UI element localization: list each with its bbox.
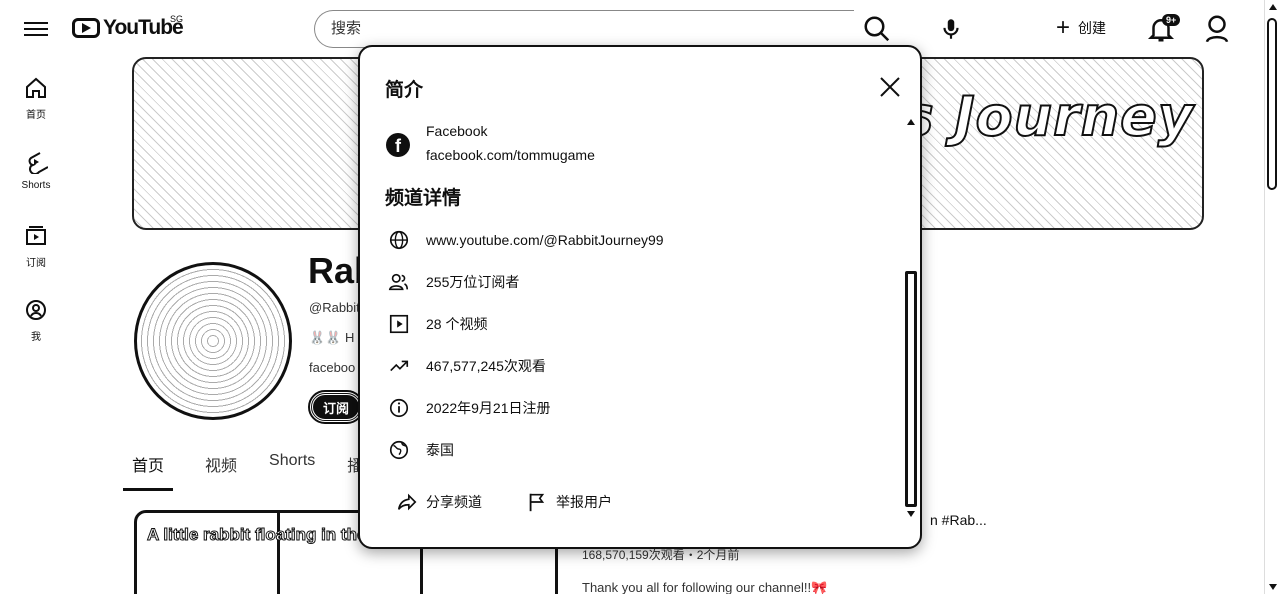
channel-link[interactable]: faceboo bbox=[309, 360, 355, 375]
dialog-title: 简介 bbox=[385, 80, 424, 101]
thumbnail-caption: A little rabbit floating in the bbox=[146, 525, 367, 545]
account-avatar[interactable] bbox=[1202, 12, 1232, 44]
banner-title: 's Journey bbox=[883, 84, 1194, 149]
video-icon bbox=[389, 314, 409, 334]
report-label: 举报用户 bbox=[556, 494, 612, 510]
detail-text: 467,577,245次观看 bbox=[426, 358, 546, 374]
youtube-logo[interactable]: YouTube SG bbox=[72, 14, 184, 40]
search-icon[interactable] bbox=[862, 14, 892, 44]
nav-item-label: 订阅 bbox=[26, 258, 46, 269]
link-label: Facebook bbox=[426, 123, 488, 139]
shorts-icon bbox=[28, 152, 48, 174]
dialog-scrollbar-thumb[interactable] bbox=[905, 271, 917, 507]
about-dialog: 简介 f Facebook facebook.com/tommugame 频道详… bbox=[358, 45, 922, 549]
facebook-link[interactable]: f Facebook facebook.com/tommugame bbox=[386, 123, 595, 163]
nav-item-label: 我 bbox=[31, 332, 41, 343]
detail-joined: 2022年9月21日注册 bbox=[388, 397, 551, 419]
plus-icon: + bbox=[1056, 14, 1071, 41]
scroll-up-arrow-icon[interactable] bbox=[907, 119, 915, 125]
video-title[interactable]: n #Rab... bbox=[930, 512, 987, 528]
facebook-icon: f bbox=[386, 133, 410, 157]
scrollbar-thumb[interactable] bbox=[1267, 18, 1277, 190]
video-description: Thank you all for following our channel!… bbox=[582, 580, 828, 594]
nav-item-label: 首页 bbox=[26, 110, 46, 121]
link-url[interactable]: facebook.com/tommugame bbox=[426, 147, 595, 163]
report-user-button[interactable]: 举报用户 bbox=[526, 491, 612, 513]
home-icon bbox=[26, 77, 46, 98]
dialog-scrollbar[interactable] bbox=[905, 119, 917, 519]
tab-home[interactable]: 首页 bbox=[123, 446, 174, 491]
detail-subscribers: 255万位订阅者 bbox=[388, 271, 519, 293]
close-icon[interactable] bbox=[878, 75, 902, 99]
detail-text[interactable]: www.youtube.com/@RabbitJourney99 bbox=[426, 232, 664, 248]
detail-text: 泰国 bbox=[426, 442, 454, 458]
subscribers-icon bbox=[388, 273, 409, 291]
location-icon bbox=[389, 440, 409, 460]
subscribe-button[interactable]: 订阅 bbox=[308, 390, 364, 424]
detail-text: 255万位订阅者 bbox=[426, 274, 520, 290]
share-label: 分享频道 bbox=[426, 494, 482, 510]
notification-badge: 9+ bbox=[1162, 14, 1181, 26]
detail-location: 泰国 bbox=[388, 439, 454, 461]
subscriptions-icon bbox=[26, 226, 46, 245]
share-icon bbox=[397, 493, 417, 511]
left-nav: 首页 Shorts 订阅 我 bbox=[0, 60, 72, 356]
create-label: 创建 bbox=[1078, 20, 1107, 36]
nav-item-home[interactable]: 首页 bbox=[0, 60, 72, 134]
you-icon bbox=[26, 300, 46, 320]
create-button[interactable]: + 创建 bbox=[1056, 16, 1106, 40]
trending-icon bbox=[390, 360, 409, 372]
flag-icon bbox=[529, 493, 545, 512]
menu-icon[interactable] bbox=[24, 18, 48, 40]
detail-views: 467,577,245次观看 bbox=[388, 355, 546, 377]
nav-item-shorts[interactable]: Shorts bbox=[0, 134, 72, 208]
youtube-play-icon bbox=[72, 18, 100, 38]
share-channel-button[interactable]: 分享频道 bbox=[396, 491, 482, 513]
search-input[interactable]: 搜索 bbox=[314, 10, 854, 48]
channel-tabs: 首页 视频 Shorts 播 bbox=[123, 446, 395, 491]
channel-avatar[interactable] bbox=[134, 262, 292, 420]
page-scrollbar[interactable] bbox=[1264, 0, 1280, 594]
region-code: SG bbox=[170, 14, 184, 24]
nav-item-label: Shorts bbox=[21, 180, 51, 191]
detail-text: 2022年9月21日注册 bbox=[426, 400, 551, 416]
detail-videos: 28 个视频 bbox=[388, 313, 487, 335]
info-icon bbox=[389, 398, 409, 418]
channel-handle: @Rabbit bbox=[309, 300, 360, 315]
dialog-actions: 分享频道 举报用户 bbox=[396, 491, 656, 513]
detail-text: 28 个视频 bbox=[426, 316, 488, 332]
globe-icon bbox=[389, 230, 409, 250]
nav-item-subscriptions[interactable]: 订阅 bbox=[0, 208, 72, 282]
scroll-down-arrow-icon[interactable] bbox=[1269, 584, 1277, 590]
detail-channel-url: www.youtube.com/@RabbitJourney99 bbox=[388, 229, 664, 251]
scroll-down-arrow-icon[interactable] bbox=[907, 511, 915, 517]
details-title: 频道详情 bbox=[385, 188, 462, 209]
tab-videos[interactable]: 视频 bbox=[205, 446, 237, 491]
scroll-up-arrow-icon[interactable] bbox=[1269, 4, 1277, 10]
tab-shorts[interactable]: Shorts bbox=[269, 446, 315, 491]
channel-description[interactable]: 🐰🐰 H bbox=[309, 330, 354, 346]
nav-item-you[interactable]: 我 bbox=[0, 282, 72, 356]
microphone-icon[interactable] bbox=[938, 14, 964, 44]
